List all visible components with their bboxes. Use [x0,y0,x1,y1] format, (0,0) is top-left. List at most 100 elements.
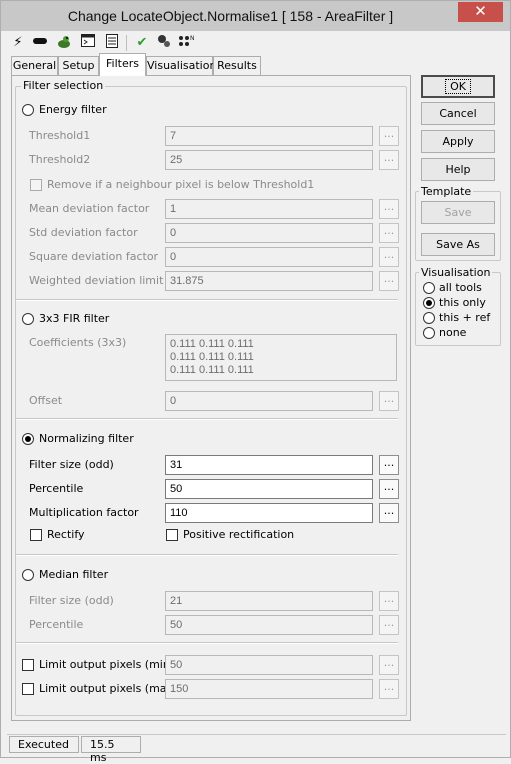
mean-deviation-label: Mean deviation factor [29,202,150,215]
vis-this-ref-radio[interactable] [423,312,435,324]
offset-field[interactable]: 0 [165,391,373,411]
vis-none-radio[interactable] [423,327,435,339]
norm-percentile-browse-button[interactable]: ... [379,479,399,499]
limit-max-label: Limit output pixels (max) [39,682,178,695]
status-time: 15.5 ms [81,736,141,764]
help-button[interactable]: Help [421,158,495,181]
std-deviation-field[interactable]: 0 [165,223,373,243]
normalizing-filter-radio[interactable] [22,433,34,445]
tab-general[interactable]: General [11,56,58,76]
filters-panel: Filter selection Energy filter Threshold… [11,75,411,721]
median-filter-size-label: Filter size (odd) [29,594,114,607]
mean-deviation-field[interactable]: 1 [165,199,373,219]
threshold1-label: Threshold1 [29,129,91,142]
median-percentile-field[interactable]: 50 [165,615,373,635]
vis-this-ref-label: this + ref [439,311,491,324]
median-filter-radio[interactable] [22,569,34,581]
console-icon[interactable] [79,34,97,52]
limit-max-browse-button[interactable]: ... [379,679,399,699]
coefficients-label: Coefficients (3x3) [29,336,127,349]
limit-min-label: Limit output pixels (min) [39,658,175,671]
separator [16,418,398,420]
weighted-deviation-field[interactable]: 31.875 [165,271,373,291]
coefficients-row-2: 0.111 0.111 0.111 [170,351,254,363]
energy-filter-radio[interactable] [22,104,34,116]
tab-results[interactable]: Results [213,56,261,76]
norm-filter-size-label: Filter size (odd) [29,458,114,471]
threshold2-label: Threshold2 [29,153,91,166]
weighted-deviation-label: Weighted deviation limit [29,274,164,287]
vis-all-tools-label: all tools [439,281,482,294]
threshold1-browse-button[interactable]: ... [379,126,399,146]
remove-neighbour-checkbox[interactable] [30,179,42,191]
status-state: Executed [9,736,79,753]
square-deviation-browse-button[interactable]: ... [379,247,399,267]
apply-button[interactable]: Apply [421,130,495,153]
positive-rectification-checkbox[interactable] [166,529,178,541]
template-save-as-button[interactable]: Save As [421,233,495,256]
separator [16,642,398,644]
norm-filter-size-browse-button[interactable]: ... [379,455,399,475]
visualisation-legend: Visualisation [419,266,493,279]
tab-visualisation[interactable]: Visualisation [146,56,216,76]
cancel-button[interactable]: Cancel [421,102,495,125]
coefficients-textarea[interactable]: 0.111 0.111 0.111 0.111 0.111 0.111 0.11… [165,334,397,381]
threshold2-field[interactable]: 25 [165,150,373,170]
ok-button[interactable]: OK [421,75,495,98]
title-bar: Change LocateObject.Normalise1 [ 158 - A… [1,1,510,31]
limit-max-checkbox[interactable] [22,683,34,695]
threshold2-browse-button[interactable]: ... [379,150,399,170]
fir-filter-label: 3x3 FIR filter [39,312,110,325]
std-deviation-label: Std deviation factor [29,226,138,239]
limit-min-checkbox[interactable] [22,659,34,671]
std-deviation-browse-button[interactable]: ... [379,223,399,243]
multiplication-factor-browse-button[interactable]: ... [379,503,399,523]
norm-percentile-label: Percentile [29,482,84,495]
ok-button-label: OK [445,79,471,94]
vis-this-only-radio[interactable] [423,297,435,309]
fir-filter-radio[interactable] [22,313,34,325]
limit-max-field[interactable]: 150 [165,679,373,699]
tab-setup[interactable]: Setup [58,56,99,76]
median-filter-label: Median filter [39,568,109,581]
median-percentile-label: Percentile [29,618,84,631]
rectify-checkbox[interactable] [30,529,42,541]
separator [16,299,398,301]
vis-none-label: none [439,326,467,339]
square-deviation-field[interactable]: 0 [165,247,373,267]
close-button[interactable]: ✕ [458,2,503,22]
link-icon[interactable] [31,34,49,52]
network-icon[interactable]: N [177,34,195,52]
dialog-window: Change LocateObject.Normalise1 [ 158 - A… [0,0,511,764]
median-filter-size-browse-button[interactable]: ... [379,591,399,611]
multiplication-factor-label: Multiplication factor [29,506,139,519]
rectify-label: Rectify [47,528,85,541]
limit-min-browse-button[interactable]: ... [379,655,399,675]
square-deviation-label: Square deviation factor [29,250,159,263]
multiplication-factor-field[interactable]: 110 [165,503,373,523]
tool-run-icon[interactable] [155,34,173,52]
list-icon[interactable] [103,34,121,52]
filter-selection-legend: Filter selection [21,79,106,92]
svg-text:N: N [190,35,195,42]
offset-browse-button[interactable]: ... [379,391,399,411]
coefficients-row-3: 0.111 0.111 0.111 [170,364,254,376]
vis-all-tools-radio[interactable] [423,282,435,294]
template-save-button[interactable]: Save [421,201,495,224]
mean-deviation-browse-button[interactable]: ... [379,199,399,219]
checkmark-icon[interactable]: ✔ [133,34,151,52]
toolbar: ⚡ ✔ N [9,33,309,53]
norm-percentile-field[interactable]: 50 [165,479,373,499]
frog-icon[interactable] [55,34,73,52]
median-percentile-browse-button[interactable]: ... [379,615,399,635]
template-legend: Template [419,185,474,198]
limit-min-field[interactable]: 50 [165,655,373,675]
vis-this-only-label: this only [439,296,486,309]
weighted-deviation-browse-button[interactable]: ... [379,271,399,291]
threshold1-field[interactable]: 7 [165,126,373,146]
tab-filters[interactable]: Filters [99,53,146,76]
norm-filter-size-field[interactable]: 31 [165,455,373,475]
normalizing-filter-label: Normalizing filter [39,432,134,445]
median-filter-size-field[interactable]: 21 [165,591,373,611]
lightning-icon[interactable]: ⚡ [9,34,27,52]
